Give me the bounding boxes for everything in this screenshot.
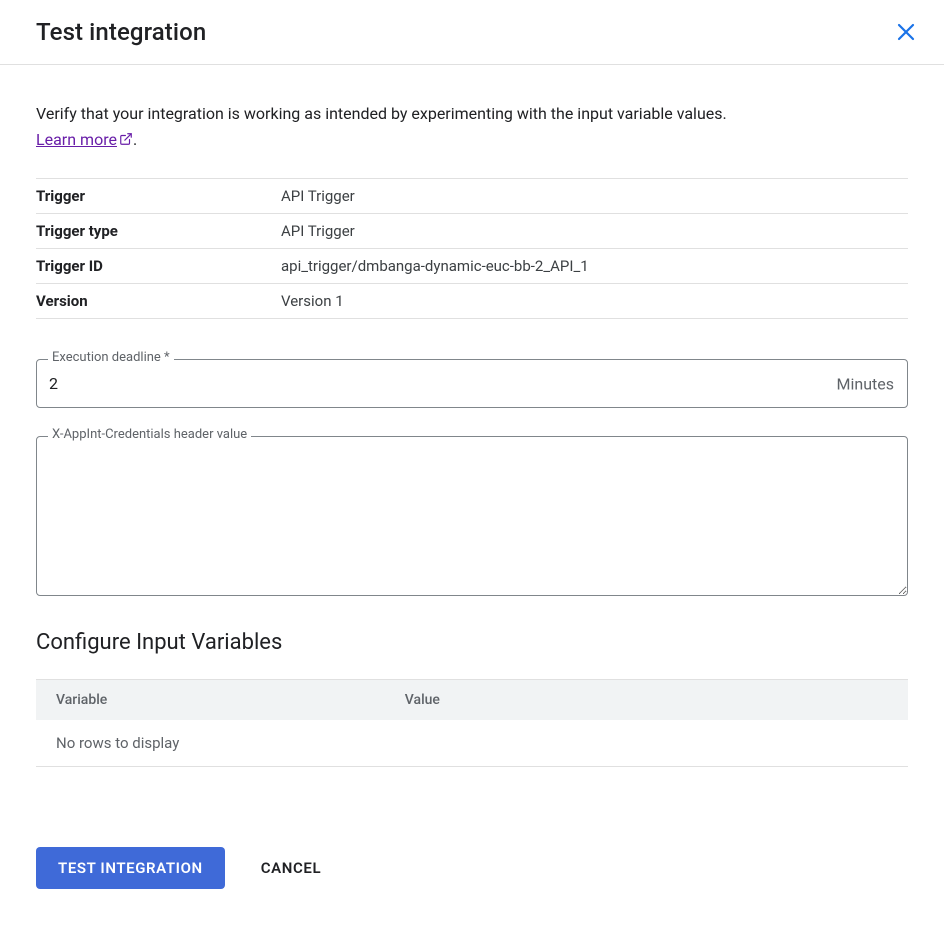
detail-value: API Trigger: [281, 187, 355, 205]
detail-row-trigger: Trigger API Trigger: [36, 179, 908, 214]
detail-label: Trigger type: [36, 222, 281, 240]
dialog-actions: Test integration Cancel: [0, 811, 944, 925]
input-variables-title: Configure Input Variables: [36, 630, 908, 655]
credentials-label: X-AppInt-Credentials header value: [48, 427, 251, 442]
description-text: Verify that your integration is working …: [36, 104, 727, 123]
external-link-icon: [119, 132, 133, 146]
detail-label: Trigger ID: [36, 257, 281, 275]
credentials-field: X-AppInt-Credentials header value: [36, 436, 908, 600]
learn-more-link[interactable]: Learn more: [36, 130, 133, 149]
test-integration-button[interactable]: Test integration: [36, 847, 225, 889]
cancel-button[interactable]: Cancel: [261, 847, 321, 889]
detail-value: API Trigger: [281, 222, 355, 240]
close-icon: [894, 20, 918, 44]
detail-value: Version 1: [281, 292, 344, 310]
dialog-header: Test integration: [0, 0, 944, 65]
detail-row-trigger-type: Trigger type API Trigger: [36, 214, 908, 249]
detail-value: api_trigger/dmbanga-dynamic-euc-bb-2_API…: [281, 257, 589, 275]
table-header-row: Variable Value: [36, 680, 908, 721]
execution-deadline-input[interactable]: [36, 359, 908, 408]
detail-row-version: Version Version 1: [36, 284, 908, 319]
description: Verify that your integration is working …: [36, 101, 766, 152]
dialog-body: Verify that your integration is working …: [0, 65, 944, 767]
no-rows-message: No rows to display: [36, 720, 908, 767]
col-value: Value: [385, 680, 908, 721]
execution-deadline-field: Execution deadline * Minutes: [36, 359, 908, 408]
table-empty-row: No rows to display: [36, 720, 908, 767]
input-variables-table: Variable Value No rows to display: [36, 679, 908, 767]
trigger-details-table: Trigger API Trigger Trigger type API Tri…: [36, 178, 908, 319]
col-variable: Variable: [36, 680, 385, 721]
test-integration-dialog: Test integration Verify that your integr…: [0, 0, 944, 952]
dialog-title: Test integration: [36, 18, 206, 46]
credentials-textarea[interactable]: [36, 436, 908, 596]
detail-label: Trigger: [36, 187, 281, 205]
learn-more-label: Learn more: [36, 130, 117, 149]
close-button[interactable]: [892, 18, 920, 46]
detail-label: Version: [36, 292, 281, 310]
detail-row-trigger-id: Trigger ID api_trigger/dmbanga-dynamic-e…: [36, 249, 908, 284]
execution-deadline-label: Execution deadline *: [48, 350, 174, 365]
